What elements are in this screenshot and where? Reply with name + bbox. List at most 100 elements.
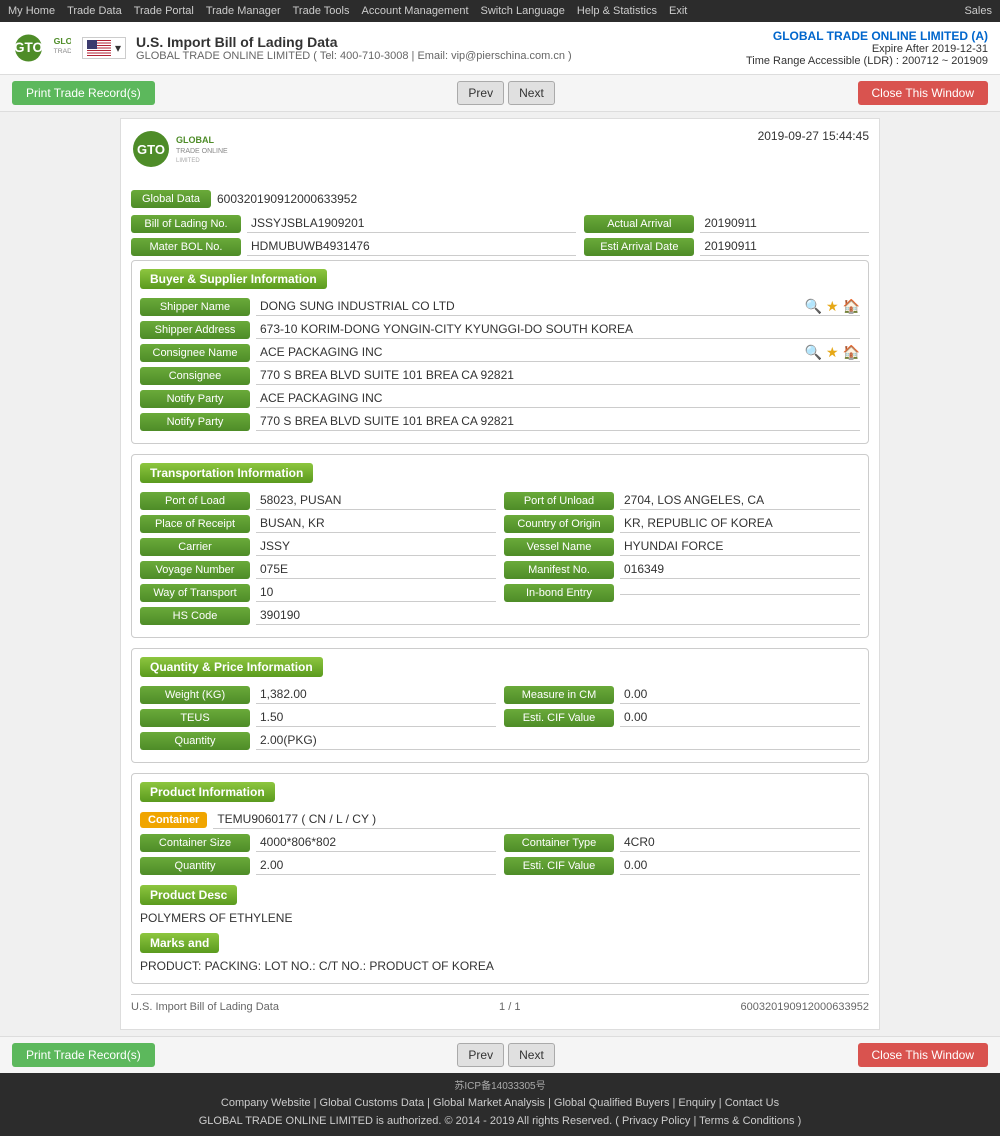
esti-arrival-value: 20190911 <box>700 237 869 256</box>
consignee-label: Consignee <box>140 367 250 385</box>
consignee-name-value: ACE PACKAGING INC <box>256 343 799 361</box>
weight-label: Weight (KG) <box>140 686 250 704</box>
nav-buttons-top: Prev Next <box>457 81 554 105</box>
record-header: GTO GLOBAL TRADE ONLINE LIMITED 2019-09-… <box>131 129 869 180</box>
footer-copyright: GLOBAL TRADE ONLINE LIMITED is authorize… <box>6 1113 994 1131</box>
hs-code-value: 390190 <box>256 606 860 625</box>
global-data-row: Global Data 600320190912000633952 <box>131 190 869 208</box>
container-type-label: Container Type <box>504 834 614 852</box>
nav-exit[interactable]: Exit <box>669 5 687 17</box>
nav-help-statistics[interactable]: Help & Statistics <box>577 5 657 17</box>
top-navigation: My Home Trade Data Trade Portal Trade Ma… <box>0 0 1000 22</box>
svg-text:TRADE ONLINE: TRADE ONLINE <box>54 48 71 55</box>
port-unload-label: Port of Unload <box>504 492 614 510</box>
expire-date: Expire After 2019-12-31 <box>746 43 988 55</box>
next-button-bottom[interactable]: Next <box>508 1043 555 1067</box>
notify-party-2-value: 770 S BREA BLVD SUITE 101 BREA CA 92821 <box>256 412 860 431</box>
logo: GTO GLOBAL TRADE ONLINE <box>12 28 72 68</box>
shipper-name-row: Shipper Name DONG SUNG INDUSTRIAL CO LTD… <box>140 297 860 316</box>
footer-links[interactable]: Company Website | Global Customs Data | … <box>6 1095 994 1113</box>
vessel-name-value: HYUNDAI FORCE <box>620 537 860 556</box>
shipper-star-icon[interactable]: ★ <box>826 298 839 315</box>
nav-trade-tools[interactable]: Trade Tools <box>293 5 350 17</box>
transportation-title: Transportation Information <box>140 463 313 483</box>
transport-inbond-row: Way of Transport 10 In-bond Entry <box>140 583 860 602</box>
shipper-address-row: Shipper Address 673-10 KORIM-DONG YONGIN… <box>140 320 860 339</box>
nav-trade-data[interactable]: Trade Data <box>67 5 122 17</box>
shipper-name-value-block: DONG SUNG INDUSTRIAL CO LTD 🔍 ★ 🏠 <box>256 297 860 316</box>
nav-switch-language[interactable]: Switch Language <box>481 5 565 17</box>
consignee-star-icon[interactable]: ★ <box>826 344 839 361</box>
shipper-name-label: Shipper Name <box>140 298 250 316</box>
prev-button-top[interactable]: Prev <box>457 81 504 105</box>
consignee-search-icon[interactable]: 🔍 <box>805 344 822 361</box>
prev-button-bottom[interactable]: Prev <box>457 1043 504 1067</box>
svg-text:GTO: GTO <box>137 142 165 157</box>
teus-value: 1.50 <box>256 708 496 727</box>
way-of-transport-value: 10 <box>256 583 496 602</box>
bottom-action-bar: Print Trade Record(s) Prev Next Close Th… <box>0 1036 1000 1073</box>
port-unload-value: 2704, LOS ANGELES, CA <box>620 491 860 510</box>
close-button-top[interactable]: Close This Window <box>858 81 988 105</box>
esti-cif-value: 0.00 <box>620 708 860 727</box>
place-receipt-value: BUSAN, KR <box>256 514 496 533</box>
print-button-bottom[interactable]: Print Trade Record(s) <box>12 1043 155 1067</box>
product-desc-label: Product Desc <box>140 885 237 905</box>
port-load-unload-row: Port of Load 58023, PUSAN Port of Unload… <box>140 491 860 510</box>
bol-value: JSSYJSBLA1909201 <box>247 214 576 233</box>
close-button-bottom[interactable]: Close This Window <box>858 1043 988 1067</box>
port-load-value: 58023, PUSAN <box>256 491 496 510</box>
contact-info: GLOBAL TRADE ONLINE LIMITED ( Tel: 400-7… <box>136 50 572 62</box>
voyage-number-value: 075E <box>256 560 496 579</box>
shipper-search-icon[interactable]: 🔍 <box>805 298 822 315</box>
product-info-section: Product Information Container TEMU906017… <box>131 773 869 984</box>
hs-code-label: HS Code <box>140 607 250 625</box>
page-header: GTO GLOBAL TRADE ONLINE ▾ U.S. Import Bi… <box>0 22 1000 75</box>
global-data-label: Global Data <box>131 190 211 208</box>
flag-selector[interactable]: ▾ <box>82 37 126 59</box>
manifest-no-value: 016349 <box>620 560 860 579</box>
svg-text:GTO: GTO <box>14 40 43 55</box>
container-size-type-row: Container Size 4000*806*802 Container Ty… <box>140 833 860 852</box>
container-row: Container TEMU9060177 ( CN / L / CY ) <box>140 810 860 829</box>
esti-arrival-label: Esti Arrival Date <box>584 238 694 256</box>
svg-text:GLOBAL: GLOBAL <box>176 135 214 145</box>
svg-text:TRADE ONLINE: TRADE ONLINE <box>176 148 228 155</box>
quantity-price-title: Quantity & Price Information <box>140 657 323 677</box>
record-footer-title: U.S. Import Bill of Lading Data <box>131 1001 279 1013</box>
nav-trade-manager[interactable]: Trade Manager <box>206 5 281 17</box>
shipper-home-icon[interactable]: 🏠 <box>843 298 860 315</box>
product-quantity-cif-row: Quantity 2.00 Esti. CIF Value 0.00 <box>140 856 860 875</box>
us-flag-icon <box>87 40 111 56</box>
next-button-top[interactable]: Next <box>508 81 555 105</box>
port-load-label: Port of Load <box>140 492 250 510</box>
page-footer: 苏ICP备14033305号 Company Website | Global … <box>0 1073 1000 1136</box>
nav-sales[interactable]: Sales <box>964 5 992 17</box>
product-esti-cif-value: 0.00 <box>620 856 860 875</box>
actual-arrival-value: 20190911 <box>700 214 869 233</box>
manifest-no-label: Manifest No. <box>504 561 614 579</box>
notify-party-1-row: Notify Party ACE PACKAGING INC <box>140 389 860 408</box>
nav-buttons-bottom: Prev Next <box>457 1043 554 1067</box>
bol-label: Bill of Lading No. <box>131 215 241 233</box>
nav-account-management[interactable]: Account Management <box>362 5 469 17</box>
consignee-row: Consignee 770 S BREA BLVD SUITE 101 BREA… <box>140 366 860 385</box>
nav-my-home[interactable]: My Home <box>8 5 55 17</box>
flag-dropdown-icon: ▾ <box>115 41 121 55</box>
carrier-value: JSSY <box>256 537 496 556</box>
record-logo: GTO GLOBAL TRADE ONLINE LIMITED <box>131 129 251 172</box>
print-button-top[interactable]: Print Trade Record(s) <box>12 81 155 105</box>
product-info-title: Product Information <box>140 782 275 802</box>
container-size-value: 4000*806*802 <box>256 833 496 852</box>
main-content: GTO GLOBAL TRADE ONLINE LIMITED 2019-09-… <box>120 118 880 1030</box>
consignee-home-icon[interactable]: 🏠 <box>843 344 860 361</box>
nav-trade-portal[interactable]: Trade Portal <box>134 5 194 17</box>
header-left: GTO GLOBAL TRADE ONLINE ▾ U.S. Import Bi… <box>12 28 572 68</box>
place-country-row: Place of Receipt BUSAN, KR Country of Or… <box>140 514 860 533</box>
notify-party-1-label: Notify Party <box>140 390 250 408</box>
teus-cif-row: TEUS 1.50 Esti. CIF Value 0.00 <box>140 708 860 727</box>
container-value: TEMU9060177 ( CN / L / CY ) <box>213 810 860 829</box>
vessel-name-label: Vessel Name <box>504 538 614 556</box>
bol-row: Bill of Lading No. JSSYJSBLA1909201 Actu… <box>131 214 869 233</box>
time-range: Time Range Accessible (LDR) : 200712 ~ 2… <box>746 55 988 67</box>
